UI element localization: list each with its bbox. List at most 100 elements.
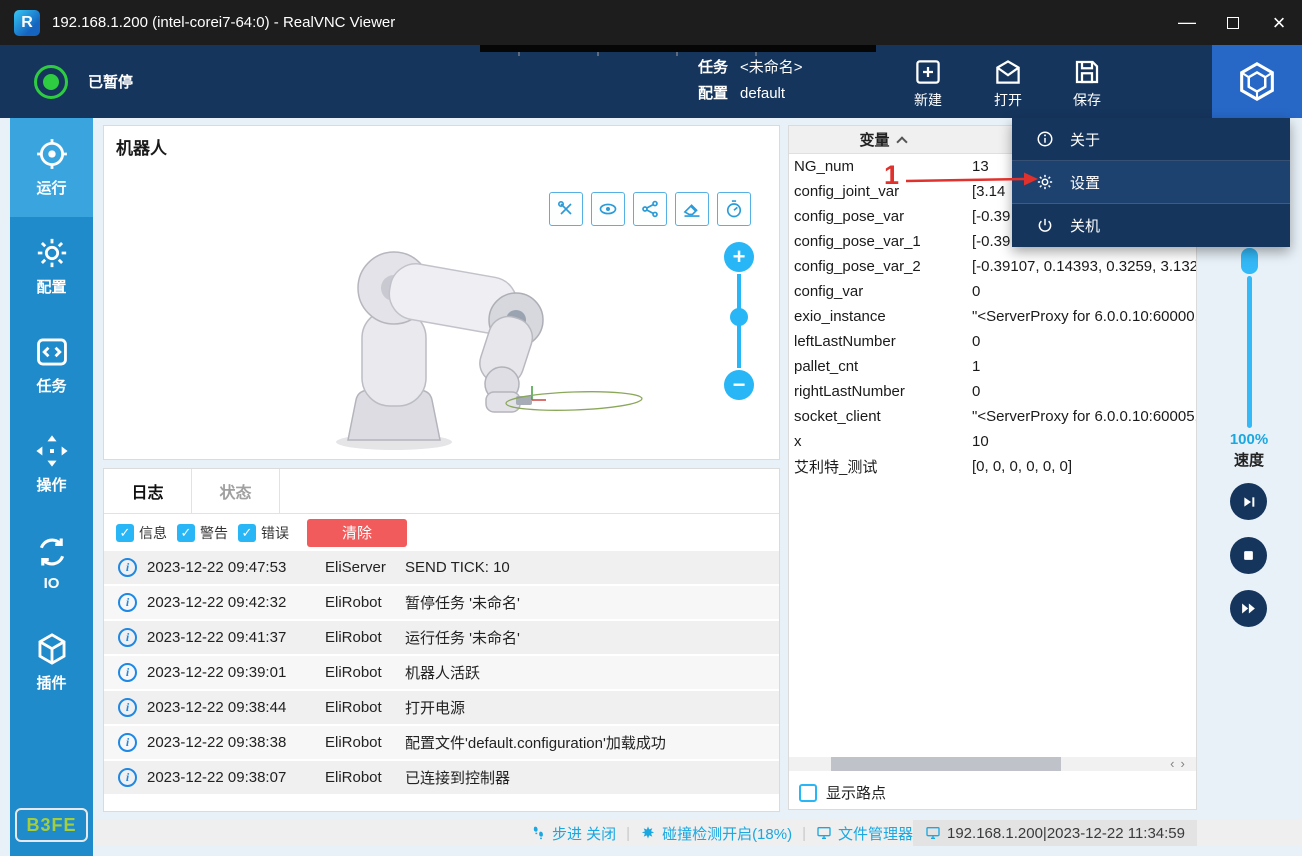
zoom-slider-handle[interactable] bbox=[730, 308, 748, 326]
variable-value: "<ServerProxy for 6.0.0.10:60005, bbox=[972, 408, 1196, 425]
log-row: i 2023-12-22 09:47:53 EliServer SEND TIC… bbox=[104, 551, 779, 586]
variable-row: leftLastNumber0 bbox=[789, 329, 1196, 354]
tab-log[interactable]: 日志 bbox=[104, 469, 192, 513]
menu-item-about[interactable]: 关于 bbox=[1012, 118, 1290, 161]
info-icon: i bbox=[118, 733, 137, 752]
log-panel: 日志 状态 ✓ 信息 ✓ 警告 ✓ 错误 清除 i 2023-12-22 09:… bbox=[103, 468, 780, 812]
sidebar-item-io[interactable]: IO bbox=[10, 514, 93, 613]
gear-icon bbox=[35, 236, 69, 270]
main-nav-sidebar: 运行 配置 任务 操作 IO 插件 B3FE bbox=[10, 118, 93, 856]
log-message: 已连接到控制器 bbox=[405, 767, 779, 788]
save-icon bbox=[1072, 57, 1102, 87]
speed-percent-value: 100% bbox=[1220, 431, 1278, 448]
filter-info-checkbox[interactable]: ✓ bbox=[116, 524, 134, 542]
window-titlebar: R 192.168.1.200 (intel-corei7-64:0) - Re… bbox=[0, 0, 1302, 45]
menu-item-settings[interactable]: 设置 bbox=[1012, 161, 1290, 204]
fast-forward-button[interactable] bbox=[1230, 590, 1267, 627]
stop-button[interactable] bbox=[1230, 537, 1267, 574]
speed-slider-handle[interactable] bbox=[1241, 248, 1258, 274]
task-info: 任务<未命名> 配置default bbox=[698, 55, 803, 107]
zoom-in-button[interactable]: + bbox=[724, 242, 754, 272]
code-task-icon bbox=[35, 335, 69, 369]
variable-row: x10 bbox=[789, 429, 1196, 454]
robot-panel-title: 机器人 bbox=[116, 134, 167, 159]
menu-item-shutdown[interactable]: 关机 bbox=[1012, 204, 1290, 247]
robot-3d-viewport[interactable] bbox=[244, 214, 674, 458]
show-waypoints-checkbox[interactable] bbox=[799, 784, 817, 802]
save-task-button[interactable]: 保存 bbox=[1052, 53, 1122, 113]
variable-row: 艾利特_测试[0, 0, 0, 0, 0, 0] bbox=[789, 454, 1196, 479]
tab-status[interactable]: 状态 bbox=[192, 469, 280, 513]
file-manager-button[interactable]: 文件管理器 bbox=[816, 823, 913, 844]
speed-label: 速度 bbox=[1220, 449, 1278, 470]
log-source: EliServer bbox=[325, 559, 405, 576]
filter-info-label: 信息 bbox=[139, 523, 167, 543]
minimize-button[interactable]: — bbox=[1164, 0, 1210, 45]
step-next-button[interactable] bbox=[1230, 483, 1267, 520]
close-button[interactable]: × bbox=[1256, 0, 1302, 45]
sidebar-item-plugin[interactable]: 插件 bbox=[10, 613, 93, 712]
filter-error-checkbox[interactable]: ✓ bbox=[238, 524, 256, 542]
horizontal-scrollbar[interactable] bbox=[789, 757, 1160, 771]
timer-button[interactable] bbox=[717, 192, 751, 226]
scroll-left-button[interactable]: ‹ bbox=[1170, 758, 1174, 770]
clear-log-button[interactable]: 清除 bbox=[307, 519, 407, 547]
step-mode-toggle[interactable]: 步进 关闭 bbox=[530, 823, 616, 844]
vendor-logo-badge: B3FE bbox=[15, 808, 88, 842]
variable-value: 0 bbox=[972, 383, 1196, 400]
file-manager-icon bbox=[816, 825, 832, 841]
config-label: 配置 bbox=[698, 85, 728, 102]
sidebar-item-config[interactable]: 配置 bbox=[10, 217, 93, 316]
power-icon bbox=[1036, 217, 1054, 235]
eraser-icon bbox=[682, 199, 702, 219]
monitor-icon bbox=[925, 825, 941, 841]
log-time: 2023-12-22 09:38:38 bbox=[147, 734, 325, 751]
log-source: EliRobot bbox=[325, 664, 405, 681]
log-row: i 2023-12-22 09:38:44 EliRobot 打开电源 bbox=[104, 691, 779, 726]
collision-detection-label: 碰撞检测开启(18%) bbox=[662, 823, 792, 844]
variable-row: exio_instance"<ServerProxy for 6.0.0.10:… bbox=[789, 304, 1196, 329]
address-time-label: 192.168.1.200|2023-12-22 11:34:59 bbox=[947, 825, 1185, 842]
show-waypoints-label: 显示路点 bbox=[826, 782, 886, 803]
sidebar-item-operate[interactable]: 操作 bbox=[10, 415, 93, 514]
maximize-button[interactable] bbox=[1210, 0, 1256, 45]
variable-value: 0 bbox=[972, 333, 1196, 350]
sidebar-item-task[interactable]: 任务 bbox=[10, 316, 93, 415]
info-icon: i bbox=[118, 768, 137, 787]
log-source: EliRobot bbox=[325, 769, 405, 786]
sidebar-item-label: 运行 bbox=[36, 177, 66, 198]
log-row: i 2023-12-22 09:42:32 EliRobot 暂停任务 '未命名… bbox=[104, 586, 779, 621]
variable-value: 0 bbox=[972, 283, 1196, 300]
vnc-collapsed-toolbar[interactable] bbox=[480, 45, 876, 52]
erase-button[interactable] bbox=[675, 192, 709, 226]
filter-warning-label: 警告 bbox=[200, 523, 228, 543]
variable-name: 艾利特_测试 bbox=[789, 456, 972, 477]
speed-slider-track[interactable] bbox=[1247, 276, 1252, 428]
gear-icon bbox=[1036, 173, 1054, 191]
elite-robot-logo-icon bbox=[1234, 59, 1280, 105]
open-task-button[interactable]: 打开 bbox=[973, 53, 1043, 113]
minimize-icon: — bbox=[1178, 12, 1196, 33]
robot-power-status-icon[interactable] bbox=[34, 65, 68, 99]
new-task-button[interactable]: 新建 bbox=[893, 53, 963, 113]
scroll-right-button[interactable]: › bbox=[1181, 758, 1185, 770]
collision-detection-toggle[interactable]: 碰撞检测开启(18%) bbox=[640, 823, 792, 844]
check-icon: ✓ bbox=[120, 525, 131, 541]
log-source: EliRobot bbox=[325, 629, 405, 646]
zoom-out-button[interactable]: − bbox=[724, 370, 754, 400]
robot-arm-render bbox=[244, 214, 674, 454]
brand-menu-button[interactable] bbox=[1212, 45, 1302, 118]
open-task-label: 打开 bbox=[994, 90, 1022, 110]
variable-name: rightLastNumber bbox=[789, 383, 972, 400]
variable-name: config_pose_var_2 bbox=[789, 258, 972, 275]
scrollbar-thumb[interactable] bbox=[831, 757, 1061, 771]
filter-warning-checkbox[interactable]: ✓ bbox=[177, 524, 195, 542]
variables-collapse-header[interactable]: 变量 bbox=[789, 126, 976, 153]
variable-name: NG_num bbox=[789, 158, 972, 175]
sidebar-item-run[interactable]: 运行 bbox=[10, 118, 93, 217]
connection-address-time: 192.168.1.200|2023-12-22 11:34:59 bbox=[913, 820, 1197, 846]
log-time: 2023-12-22 09:47:53 bbox=[147, 559, 325, 576]
variable-name: pallet_cnt bbox=[789, 358, 972, 375]
status-bar: 步进 关闭 | 碰撞检测开启(18%) | 文件管理器 192.168.1.20… bbox=[93, 820, 1302, 846]
log-source: EliRobot bbox=[325, 734, 405, 751]
